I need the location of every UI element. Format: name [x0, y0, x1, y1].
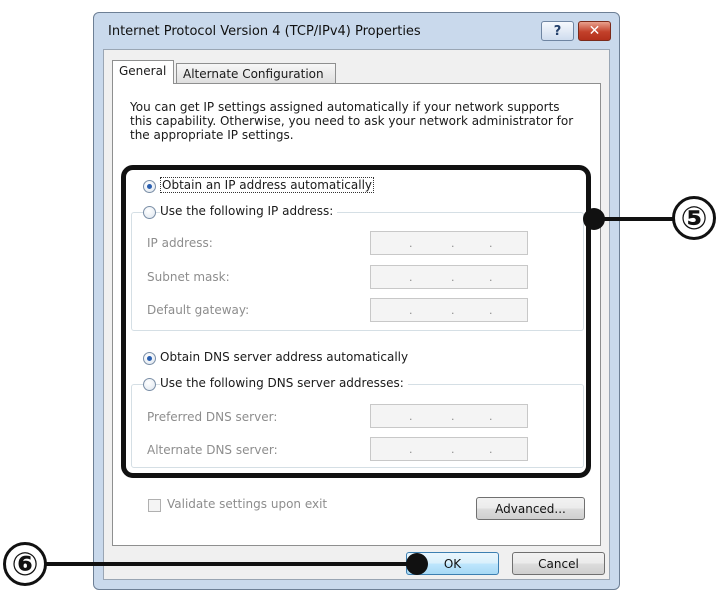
advanced-button[interactable]: Advanced...: [476, 497, 585, 520]
callout-5-highlight-box: [121, 165, 591, 478]
tab-alternate-configuration[interactable]: Alternate Configuration: [176, 63, 336, 85]
callout-6-line: [45, 562, 415, 566]
callout-5-line: [598, 217, 674, 221]
validate-settings-label[interactable]: Validate settings upon exit: [167, 497, 327, 511]
close-button[interactable]: ✕: [578, 21, 611, 41]
cancel-button[interactable]: Cancel: [512, 552, 605, 575]
window-title: Internet Protocol Version 4 (TCP/IPv4) P…: [108, 24, 421, 39]
callout-6-number: ⑥: [3, 542, 47, 586]
tab-general[interactable]: General: [112, 60, 174, 84]
callout-6-dot: [406, 553, 428, 575]
help-button[interactable]: ?: [541, 21, 574, 41]
title-bar[interactable]: Internet Protocol Version 4 (TCP/IPv4) P…: [94, 13, 619, 49]
callout-5-number: ⑤: [672, 196, 716, 240]
intro-text: You can get IP settings assigned automat…: [130, 100, 574, 142]
validate-settings-checkbox[interactable]: [148, 499, 161, 512]
